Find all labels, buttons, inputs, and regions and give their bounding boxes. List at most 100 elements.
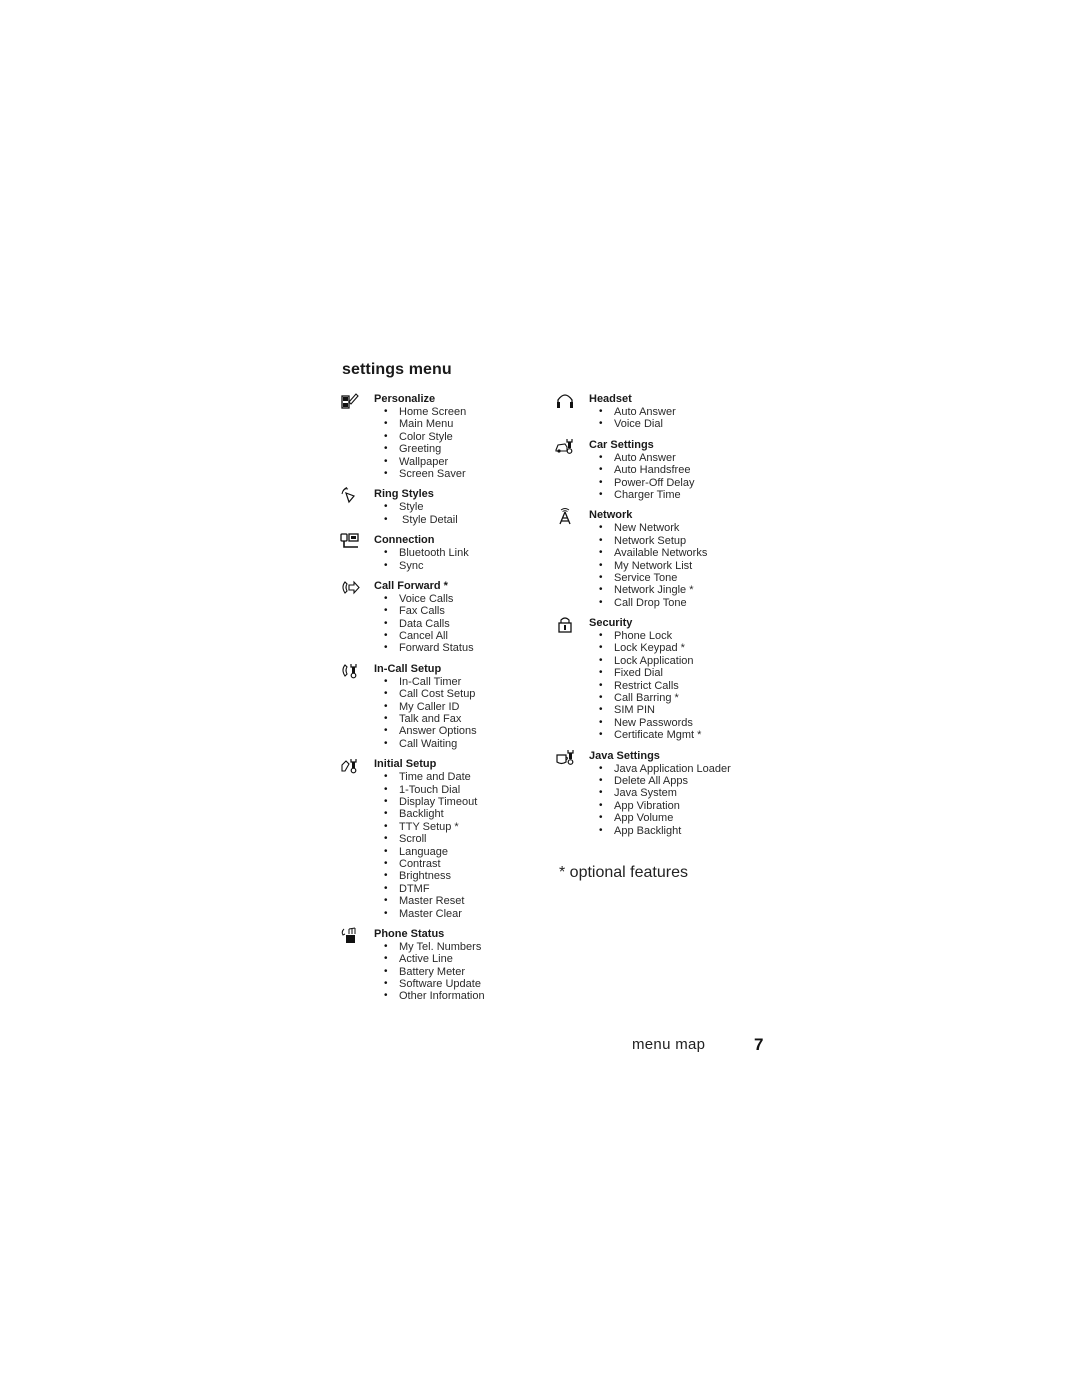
menu-item-label: Restrict Calls bbox=[614, 679, 679, 692]
bullet-icon: • bbox=[599, 630, 603, 642]
menu-item-label: Software Update bbox=[399, 978, 481, 991]
bullet-icon: • bbox=[599, 679, 603, 691]
menu-section-in-call-setup: In-Call Setup • In-Call Timer • Call Cost Se… bbox=[340, 663, 485, 750]
menu-item-label: Battery Meter bbox=[399, 965, 466, 978]
menu-item-label: TTY Setup * bbox=[399, 820, 459, 833]
section-heading: In-Call Setup bbox=[374, 662, 442, 675]
menu-item: • Brightness bbox=[384, 870, 485, 882]
menu-item: • App Vibration bbox=[599, 800, 731, 812]
bullet-icon: • bbox=[599, 667, 603, 679]
menu-item-label: My Network List bbox=[614, 559, 693, 572]
menu-item-label: Master Clear bbox=[399, 907, 462, 920]
bullet-icon: • bbox=[599, 596, 603, 608]
menu-item: • Color Style bbox=[384, 431, 485, 443]
menu-item: • Service Tone bbox=[599, 572, 731, 584]
bullet-icon: • bbox=[384, 430, 388, 442]
phone-status-icon bbox=[340, 927, 360, 944]
bullet-icon: • bbox=[599, 559, 603, 571]
section-item-list: • Bluetooth Link • Sync bbox=[374, 547, 485, 572]
menu-item: • Voice Calls bbox=[384, 593, 485, 605]
menu-item: • Answer Options bbox=[384, 725, 485, 737]
menu-item-label: 1-Touch Dial bbox=[399, 783, 461, 796]
bullet-icon: • bbox=[599, 704, 603, 716]
bullet-icon: • bbox=[384, 940, 388, 952]
menu-item-label: Brightness bbox=[399, 870, 451, 883]
bullet-icon: • bbox=[384, 771, 388, 783]
bullet-icon: • bbox=[599, 824, 603, 836]
menu-item: • Cancel All bbox=[384, 630, 485, 642]
bullet-icon: • bbox=[384, 467, 388, 479]
bullet-icon: • bbox=[384, 953, 388, 965]
bullet-icon: • bbox=[599, 812, 603, 824]
bullet-icon: • bbox=[599, 762, 603, 774]
menu-item: • Voice Dial bbox=[599, 418, 731, 430]
menu-section-initial-setup: Initial Setup • Time and Date • 1-Touch Dial… bbox=[340, 758, 485, 920]
menu-section-connection: Connection • Bluetooth Link • Sync bbox=[340, 533, 485, 572]
section-item-list: • Style • Style Detail bbox=[374, 501, 485, 526]
menu-item: • Java System bbox=[599, 787, 731, 799]
headset-icon bbox=[555, 392, 575, 409]
bullet-icon: • bbox=[599, 642, 603, 654]
bullet-icon: • bbox=[384, 907, 388, 919]
bullet-icon: • bbox=[384, 547, 388, 559]
menu-item: • Wallpaper bbox=[384, 456, 485, 468]
section-item-list: • Auto Answer • Auto Handsfree • Power-Off De… bbox=[589, 452, 731, 502]
bullet-icon: • bbox=[384, 642, 388, 654]
menu-item: • Call Drop Tone bbox=[599, 597, 731, 609]
menu-item: • TTY Setup * bbox=[384, 821, 485, 833]
bullet-icon: • bbox=[384, 820, 388, 832]
bullet-icon: • bbox=[384, 700, 388, 712]
menu-item: • Backlight bbox=[384, 808, 485, 820]
menu-item: • Forward Status bbox=[384, 642, 485, 654]
menu-item-label: App Volume bbox=[614, 812, 674, 825]
section-heading: Car Settings bbox=[589, 438, 654, 451]
menu-item-label: Phone Lock bbox=[614, 630, 673, 643]
menu-item-label: Style Detail bbox=[399, 513, 458, 526]
left-column: Personalize • Home Screen • Main Menu • Color … bbox=[340, 393, 485, 1011]
personalize-icon bbox=[340, 392, 360, 409]
bullet-icon: • bbox=[384, 617, 388, 629]
menu-item-label: Bluetooth Link bbox=[399, 547, 469, 560]
menu-section-java-settings: Java Settings • Java Application Loader • De… bbox=[555, 749, 731, 837]
initial-setup-icon bbox=[340, 757, 360, 774]
bullet-icon: • bbox=[384, 795, 388, 807]
bullet-icon: • bbox=[384, 833, 388, 845]
bullet-icon: • bbox=[599, 418, 603, 430]
bullet-icon: • bbox=[599, 406, 603, 417]
menu-section-personalize: Personalize • Home Screen • Main Menu • Color … bbox=[340, 393, 485, 480]
footer-section-label: menu map bbox=[632, 1036, 706, 1053]
menu-item: • Fax Calls bbox=[384, 605, 485, 617]
bullet-icon: • bbox=[599, 787, 603, 799]
section-heading: Java Settings bbox=[589, 749, 660, 762]
menu-section-headset: Headset • Auto Answer • Voice Dial bbox=[555, 393, 731, 431]
right-column: Headset • Auto Answer • Voice Dial Car Settin… bbox=[555, 393, 731, 845]
menu-section-phone-status: Phone Status • My Tel. Numbers • Active Line… bbox=[340, 927, 485, 1003]
menu-item: • Network Jingle * bbox=[599, 584, 731, 596]
menu-item-label: Contrast bbox=[399, 857, 441, 870]
menu-item-label: Voice Calls bbox=[399, 592, 454, 605]
menu-item: • Home Screen bbox=[384, 406, 485, 418]
menu-item: • Power-Off Delay bbox=[599, 477, 731, 489]
menu-item-label: Home Screen bbox=[399, 406, 467, 418]
menu-item-label: Call Cost Setup bbox=[399, 688, 476, 701]
bullet-icon: • bbox=[384, 559, 388, 571]
section-heading: Connection bbox=[374, 534, 435, 547]
menu-item: • Auto Handsfree bbox=[599, 464, 731, 476]
bullet-icon: • bbox=[384, 990, 388, 1002]
bullet-icon: • bbox=[384, 630, 388, 642]
bullet-icon: • bbox=[384, 783, 388, 795]
ring-styles-icon bbox=[340, 487, 360, 504]
bullet-icon: • bbox=[384, 443, 388, 455]
menu-section-car-settings: Car Settings • Auto Answer • Auto Handsfree •… bbox=[555, 438, 731, 502]
bullet-icon: • bbox=[384, 725, 388, 737]
menu-item-label: Call Drop Tone bbox=[614, 596, 687, 609]
menu-item: • Phone Lock bbox=[599, 630, 731, 642]
menu-item: • Auto Answer bbox=[599, 452, 731, 464]
menu-item: • Fixed Dial bbox=[599, 667, 731, 679]
menu-item: • Display Timeout bbox=[384, 796, 485, 808]
menu-item-label: Talk and Fax bbox=[399, 713, 462, 726]
menu-item-label: Active Line bbox=[399, 953, 453, 966]
menu-section-network: Network • New Network • Network Setup • Availa… bbox=[555, 508, 731, 609]
menu-item-label: Sync bbox=[399, 559, 424, 572]
menu-item: • Battery Meter bbox=[384, 966, 485, 978]
